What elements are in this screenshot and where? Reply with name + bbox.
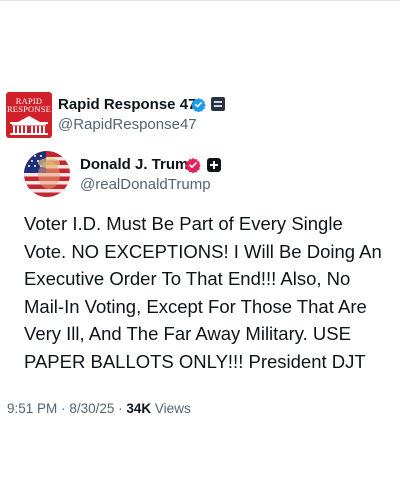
affiliation-badge-icon[interactable] [211,97,225,111]
post-body-line: Vote. NO EXCEPTIONS! I Will Be Doing An [24,240,382,262]
post-body-line: Very Ill, And The Far Away Military. USE [24,323,351,344]
inner-handle[interactable]: @realDonaldTrump [80,176,211,193]
post-meta: 9:51 PM · 8/30/25 · 34K Views [7,401,191,416]
verified-badge-icon [185,158,201,173]
views-count[interactable]: 34K [126,401,151,416]
verified-badge-icon [191,97,206,112]
post-time[interactable]: 9:51 PM [7,401,57,416]
post-body-line: Mail-In Voting, Except For Those That Ar… [24,295,367,317]
flag-portrait-icon [24,151,70,197]
outer-display-name[interactable]: Rapid Response 47 [58,96,196,113]
trump-avatar[interactable] [24,151,70,197]
top-divider [0,0,400,1]
post-body: Voter I.D. Must Be Part of Every Single … [24,210,396,375]
plus-badge-icon[interactable] [207,158,221,172]
rapid-response-avatar[interactable]: RAPID RESPONSE [6,92,52,138]
meta-separator: · [61,401,66,416]
meta-separator: · [118,401,123,416]
post-body-line: PAPER BALLOTS ONLY!!! President DJT [24,350,366,372]
post-date[interactable]: 8/30/25 [69,401,114,416]
white-house-icon [10,116,48,135]
post-body-line: Executive Order To That End!!! Also, No [24,268,351,289]
views-label: Views [154,401,191,416]
inner-display-name[interactable]: Donald J. Trump [80,156,198,173]
outer-handle[interactable]: @RapidResponse47 [58,116,197,133]
post-body-line: Voter I.D. Must Be Part of Every Single [24,213,343,234]
